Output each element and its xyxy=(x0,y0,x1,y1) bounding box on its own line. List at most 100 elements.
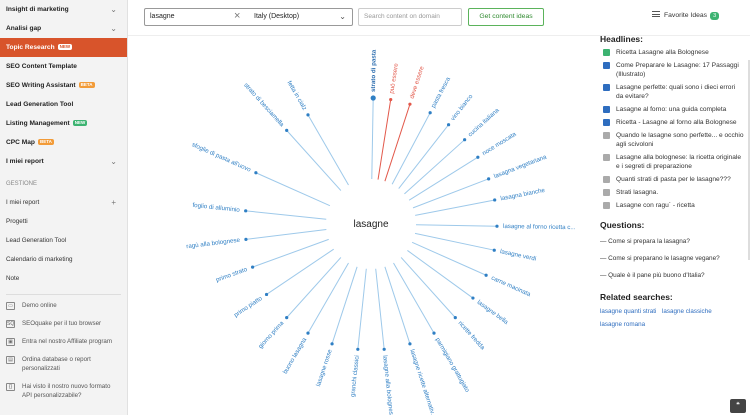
mind-map-subtopic[interactable]: giorno prima xyxy=(257,319,286,350)
mind-map-subtopic[interactable]: lasagne al forno ricetta c... xyxy=(503,223,576,231)
sidebar-item[interactable]: Topic Research NEW xyxy=(0,38,127,57)
mind-map-subtopic[interactable]: noce moscata xyxy=(481,130,518,157)
mind-map-node-dot[interactable] xyxy=(495,224,499,228)
mind-map-subtopic[interactable]: lasagne alla bolognese ric... xyxy=(381,355,396,415)
mind-map-node-dot[interactable] xyxy=(463,138,467,142)
related-search-link[interactable]: lasagne classiche xyxy=(662,308,724,315)
help-item[interactable]: ▣ Entra nel nostro Affiliate program xyxy=(0,337,127,346)
headline-item[interactable]: Strati lasagna. xyxy=(600,188,750,197)
headline-item[interactable]: Lasagne al forno: una guida completa xyxy=(600,105,750,114)
mind-map-subtopic[interactable]: vino bianco xyxy=(450,93,475,122)
mind-map-node-dot[interactable] xyxy=(487,177,491,181)
headline-item[interactable]: Quando le lasagne sono perfette... e occ… xyxy=(600,131,750,149)
mind-map-node-dot[interactable] xyxy=(285,128,289,132)
mind-map-subtopic[interactable]: lasagna vegetariana xyxy=(493,153,548,180)
gestione-item[interactable]: I miei report + xyxy=(0,193,127,212)
mind-map-subtopic[interactable]: lasagne ricette alternativ... xyxy=(408,349,437,415)
mind-map-subtopic[interactable]: strato di besciamella xyxy=(242,82,285,129)
mind-map-node-dot[interactable] xyxy=(432,331,436,335)
help-item[interactable]: ▤ Ordina database o report personalizzati xyxy=(0,355,127,373)
mind-map-node-dot[interactable] xyxy=(471,296,475,300)
favorite-ideas-button[interactable]: Favorite Ideas 3 xyxy=(652,11,720,20)
mind-map-node-dot[interactable] xyxy=(453,316,457,320)
question-item[interactable]: — Quale è il pane più buono d'Italia? xyxy=(600,272,750,280)
sidebar-item[interactable]: Insight di marketing ⌄ xyxy=(0,0,127,19)
sidebar-item[interactable]: Listing Management NEW xyxy=(0,114,127,133)
mind-map-subtopic[interactable]: parmigiano grattugiato xyxy=(434,337,471,394)
mind-map-node-dot[interactable] xyxy=(408,342,412,346)
mind-map-node-dot[interactable] xyxy=(306,113,310,117)
mind-map-subtopic[interactable]: strato di pasta xyxy=(370,49,378,92)
help-item[interactable]: ▭ Demo online xyxy=(0,301,127,310)
database-select[interactable]: Italy (Desktop) ⌄ xyxy=(249,8,353,26)
mind-map-subtopic[interactable]: fetta in cialz xyxy=(286,80,308,112)
mind-map-node-dot[interactable] xyxy=(285,316,289,320)
mind-map-node-dot[interactable] xyxy=(493,198,497,202)
mind-map-subtopic[interactable]: lasagne verdi xyxy=(499,248,536,263)
mind-map-node-dot[interactable] xyxy=(389,97,393,102)
headline-item[interactable]: Quanti strati di pasta per le lasagne??? xyxy=(600,175,750,184)
domain-search-input[interactable]: Search content on domain xyxy=(358,8,462,26)
mind-map-subtopic[interactable]: sfoglie di pasta all'uovo xyxy=(191,141,253,174)
clear-icon[interactable]: × xyxy=(234,7,240,25)
mind-map-node-dot[interactable] xyxy=(476,155,480,159)
sidebar-item[interactable]: SEO Content Template xyxy=(0,57,127,76)
mind-map-subtopic[interactable]: primo piatto xyxy=(233,295,264,319)
question-item[interactable]: — Come si preparano le lasagne vegane? xyxy=(600,255,750,263)
mind-map-subtopic[interactable]: ricette fredda xyxy=(457,320,487,352)
mind-map-node-dot[interactable] xyxy=(264,292,269,297)
gestione-item[interactable]: Lead Generation Tool xyxy=(0,231,127,250)
mind-map-subtopic[interactable]: granchi classici xyxy=(349,355,360,397)
gestione-item[interactable]: Note xyxy=(0,269,127,288)
mind-map-subtopic[interactable]: ragù alla bolognese xyxy=(186,237,241,251)
mind-map-node-dot[interactable] xyxy=(306,331,310,335)
mind-map-subtopic[interactable]: lasagne bella xyxy=(476,299,510,326)
mind-map-subtopic[interactable]: deve essere xyxy=(409,65,426,100)
mind-map-node-dot[interactable] xyxy=(492,248,496,252)
headline-item[interactable]: Ricetta Lasagne alla Bolognese xyxy=(600,48,750,57)
headline-item[interactable]: Lasagne alla bolognese: la ricetta origi… xyxy=(600,153,750,171)
mind-map-subtopic[interactable]: foglio di alluminio xyxy=(192,202,240,214)
help-item[interactable]: {} Hai visto il nostro nuovo formato API … xyxy=(0,382,127,400)
mind-map-node-dot[interactable] xyxy=(370,95,376,101)
mind-map-node-dot[interactable] xyxy=(254,171,258,175)
sidebar-item[interactable]: Analisi gap ⌄ xyxy=(0,19,127,38)
mind-map-subtopic[interactable]: carne macinata xyxy=(490,275,532,299)
mind-map-center[interactable]: lasagne xyxy=(353,219,388,230)
get-content-ideas-button[interactable]: Get content ideas xyxy=(468,8,544,26)
mind-map-node-dot[interactable] xyxy=(408,102,412,106)
mind-map-subtopic[interactable]: lasagne rosse xyxy=(315,348,334,387)
mind-map-subtopic[interactable]: primo strato xyxy=(215,266,249,284)
mind-map-node-dot[interactable] xyxy=(244,209,248,213)
mind-map-node-dot[interactable] xyxy=(446,123,451,127)
mind-map-subtopic[interactable]: può essere xyxy=(388,62,400,94)
mind-map-subtopic[interactable]: pasta fresca xyxy=(430,76,452,110)
related-search-link[interactable]: lasagne quanti strati xyxy=(600,308,662,315)
sidebar-item[interactable]: Lead Generation Tool xyxy=(0,95,127,114)
mind-map-node-dot[interactable] xyxy=(244,237,248,241)
mind-map-subtopic[interactable]: cucina italiana xyxy=(467,107,501,139)
mind-map-node-dot[interactable] xyxy=(330,342,334,346)
mind-map-subtopic[interactable]: lasagna bianche xyxy=(500,187,546,203)
mind-map-node-dot[interactable] xyxy=(356,347,360,351)
headline-item[interactable]: Lasagne con ragu` - ricetta xyxy=(600,201,750,210)
headline-item[interactable]: Come Preparare le Lasagne: 17 Passaggi (… xyxy=(600,61,750,79)
gestione-item[interactable]: Calendario di marketing xyxy=(0,250,127,269)
help-item[interactable]: SQ SEOquake per il tuo browser xyxy=(0,319,127,328)
sidebar-item[interactable]: I miei report ⌄ xyxy=(0,152,127,171)
related-search-link[interactable]: lasagne romana xyxy=(600,321,662,328)
mind-map-node-dot[interactable] xyxy=(484,273,488,277)
chat-icon[interactable]: ❝ xyxy=(730,399,746,413)
headline-item[interactable]: Lasagne perfette: quali sono i dieci err… xyxy=(600,83,750,101)
mind-map-link xyxy=(307,262,349,334)
gestione-item[interactable]: Progetti xyxy=(0,212,127,231)
mind-map-node-dot[interactable] xyxy=(428,111,432,115)
mind-map-node-dot[interactable] xyxy=(382,347,386,351)
question-item[interactable]: — Come si prepara la lasagna? xyxy=(600,238,750,246)
mind-map-subtopic[interactable]: buono lasagna xyxy=(282,336,309,375)
sidebar-item[interactable]: SEO Writing Assistant BETA xyxy=(0,76,127,95)
mind-map-node-dot[interactable] xyxy=(250,265,255,269)
plus-icon[interactable]: + xyxy=(111,193,116,212)
headline-item[interactable]: Ricetta - Lasagne al forno alla Bolognes… xyxy=(600,118,750,127)
sidebar-item[interactable]: CPC Map BETA xyxy=(0,133,127,152)
